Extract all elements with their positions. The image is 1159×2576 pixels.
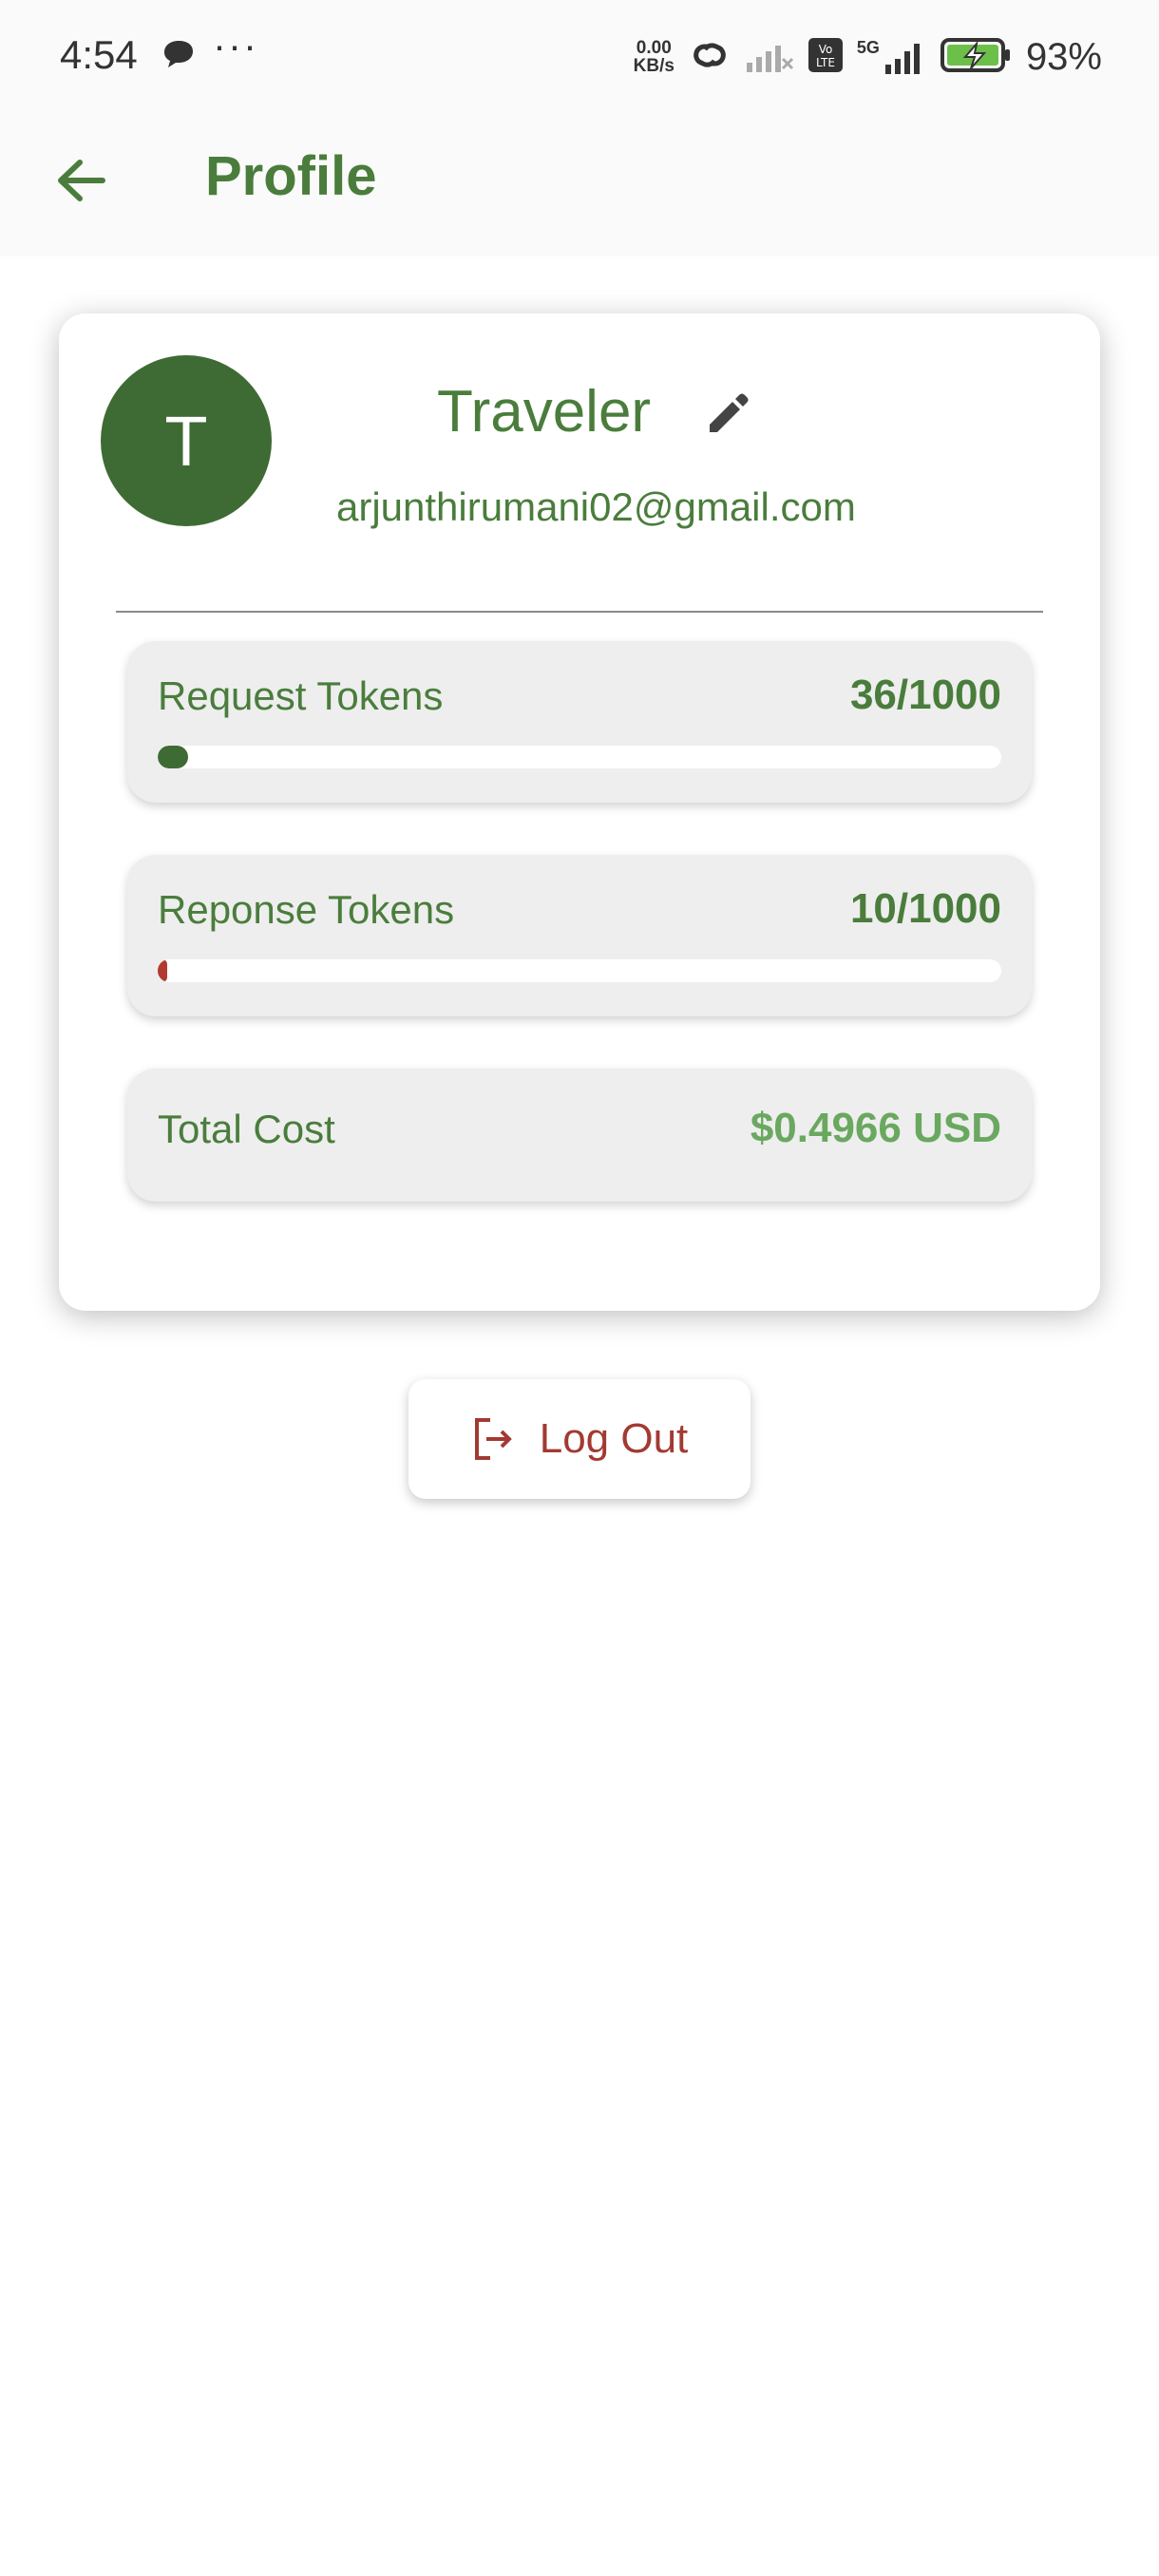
edit-pencil-icon [710,393,749,432]
response-tokens-card: Reponse Tokens 10/1000 [127,855,1032,1016]
link-icon [688,36,732,79]
logout-icon [474,1418,512,1460]
signal-5g-icon: 5G [857,38,927,76]
arrow-back-icon [58,160,105,201]
status-icons: 0.00 KB/s Vo LTE 5G 93% [634,32,1102,82]
total-cost-card: Total Cost $0.4966 USD [127,1069,1032,1202]
speed-unit: KB/s [633,56,674,76]
avatar: T [101,355,272,526]
edit-name-button[interactable] [697,382,758,443]
divider [116,611,1043,613]
response-tokens-progress [158,959,1001,982]
chat-notification-icon [162,38,196,75]
request-tokens-value: 36/1000 [849,672,1001,718]
total-cost-value: $0.4966 USD [750,1105,1001,1151]
response-tokens-value: 10/1000 [849,885,1001,932]
response-tokens-label: Reponse Tokens [158,887,455,932]
battery-percent: 93% [1025,35,1102,78]
status-time: 4:54 [60,32,138,77]
logout-label: Log Out [539,1415,689,1462]
response-tokens-progress-fill [158,959,167,982]
page-title: Profile [205,145,377,207]
app-bar: Profile [0,114,1159,256]
svg-text:LTE: LTE [816,56,835,69]
signal-weak-icon [745,36,794,79]
profile-card: T Traveler arjunthirumani02@gmail.com Re… [59,313,1100,1311]
battery-icon [940,36,1013,79]
network-type: 5G [856,38,880,57]
back-button[interactable] [51,150,112,211]
total-cost-label: Total Cost [158,1107,335,1151]
profile-email: arjunthirumani02@gmail.com [336,484,856,529]
network-speed: 0.00 KB/s [634,39,674,75]
request-tokens-label: Request Tokens [158,673,444,718]
volte-icon: Vo LTE [808,37,844,78]
logout-button[interactable]: Log Out [408,1379,750,1499]
request-tokens-card: Request Tokens 36/1000 [127,641,1032,803]
more-notifications-icon: ··· [213,23,258,67]
speed-value: 0.00 [636,38,672,58]
request-tokens-progress [158,746,1001,768]
request-tokens-progress-fill [158,746,188,768]
profile-name: Traveler [437,379,652,445]
status-bar: 4:54 ··· 0.00 KB/s Vo LTE 5G 93% [0,0,1159,114]
svg-text:Vo: Vo [819,43,833,56]
